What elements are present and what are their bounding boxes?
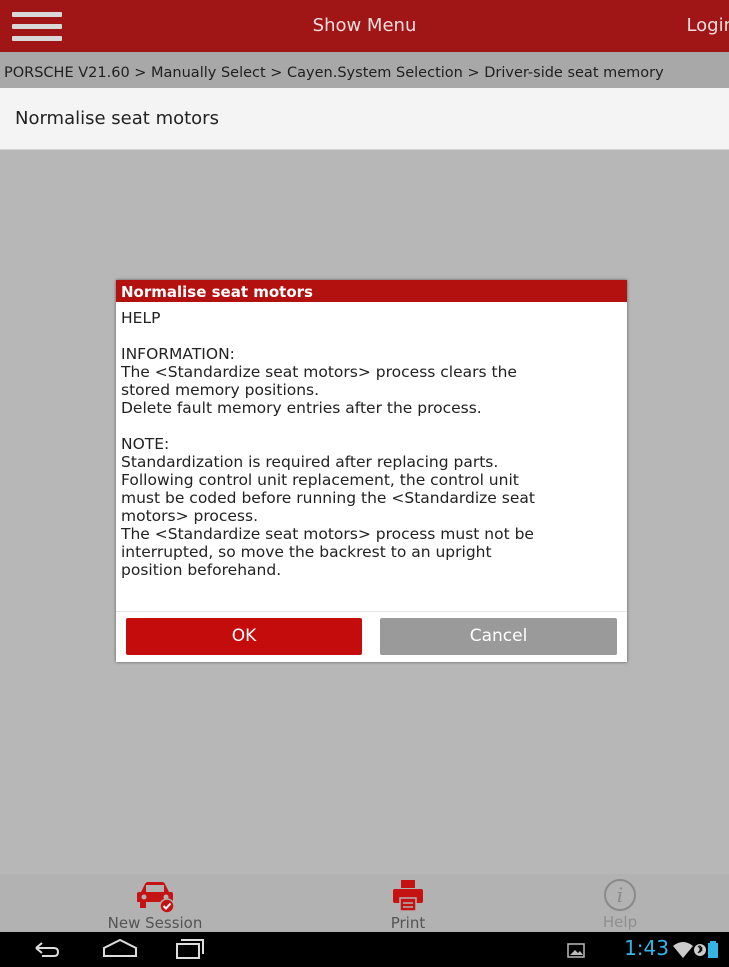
info-icon: i	[604, 879, 636, 911]
printer-icon	[393, 880, 423, 912]
print-label: Print	[390, 914, 426, 932]
svg-text:i: i	[617, 883, 623, 907]
home-icon[interactable]	[100, 932, 140, 967]
login-link[interactable]: Login	[686, 0, 729, 52]
dialog-body: HELP INFORMATION: The <Standardize seat …	[121, 309, 621, 579]
wifi-icon	[673, 942, 693, 958]
help-label: Help	[602, 913, 638, 931]
system-navigation-bar: 1:43	[0, 932, 729, 967]
new-session-button[interactable]: New Session	[85, 874, 225, 932]
gallery-icon	[567, 943, 585, 958]
top-app-bar: Show Menu Login	[0, 0, 729, 52]
clock: 1:43	[624, 936, 669, 960]
bluetooth-icon	[694, 944, 706, 956]
dialog-title: Normalise seat motors	[116, 280, 627, 302]
ok-button[interactable]: OK	[126, 618, 362, 655]
car-check-icon	[137, 882, 175, 914]
page-title-bar: Normalise seat motors	[0, 88, 729, 150]
cancel-button[interactable]: Cancel	[380, 618, 617, 655]
help-dialog: Normalise seat motors HELP INFORMATION: …	[116, 280, 627, 662]
dialog-text: HELP INFORMATION: The <Standardize seat …	[121, 309, 535, 579]
help-button[interactable]: i Help	[590, 874, 650, 932]
recent-apps-icon[interactable]	[172, 932, 208, 967]
back-icon[interactable]	[30, 932, 64, 967]
page-title: Normalise seat motors	[15, 108, 219, 129]
print-button[interactable]: Print	[370, 874, 446, 932]
battery-icon	[708, 941, 718, 958]
breadcrumb: PORSCHE V21.60 > Manually Select > Cayen…	[0, 52, 729, 88]
bottom-toolbar: New Session Print i Help	[0, 874, 729, 932]
dialog-divider	[116, 611, 627, 612]
show-menu-title[interactable]: Show Menu	[0, 0, 729, 52]
new-session-label: New Session	[107, 914, 203, 932]
